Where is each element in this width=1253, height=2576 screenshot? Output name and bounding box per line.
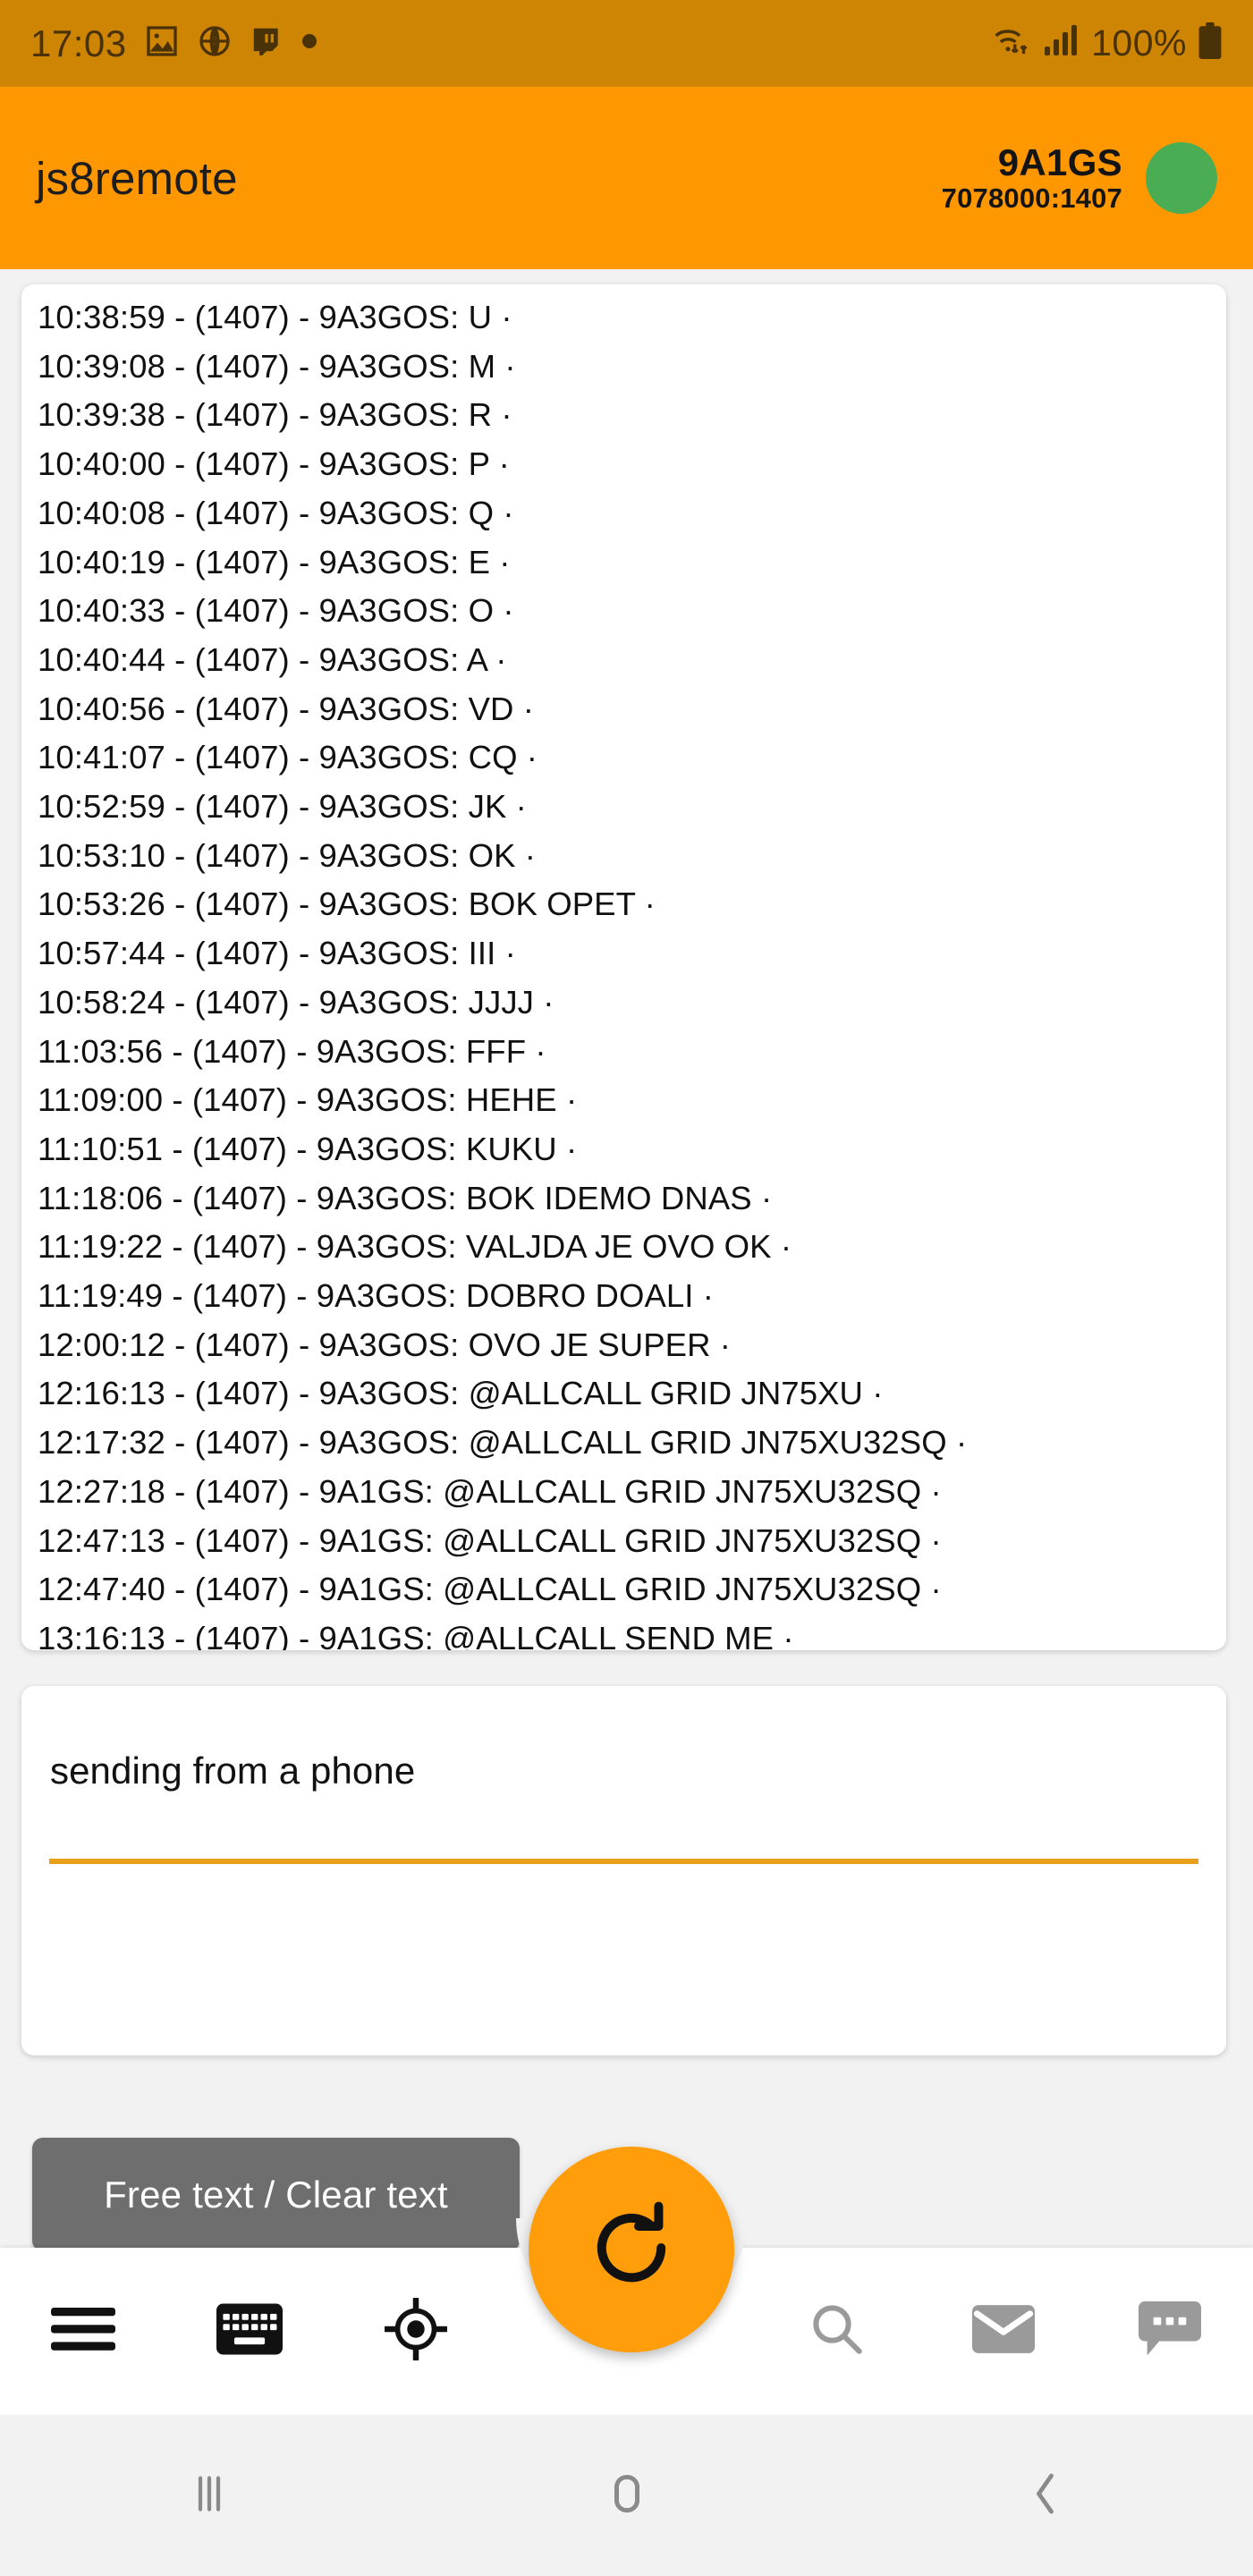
station-frequency: 7078000:1407	[941, 182, 1122, 215]
refresh-fab-button[interactable]	[529, 2147, 734, 2352]
log-line: 10:57:44 - (1407) - 9A3GOS: III ·	[38, 935, 516, 972]
free-clear-text-button[interactable]: Free text / Clear text	[32, 2138, 520, 2251]
signal-icon	[1045, 24, 1080, 63]
log-line: 10:40:33 - (1407) - 9A3GOS: O ·	[38, 592, 514, 630]
wifi-icon	[993, 23, 1034, 64]
log-line: 12:17:32 - (1407) - 9A3GOS: @ALLCALL GRI…	[38, 1424, 968, 1462]
log-line: 11:19:49 - (1407) - 9A3GOS: DOBRO DOALI …	[38, 1277, 715, 1315]
message-log-list: 10:38:59 - (1407) - 9A3GOS: U · 10:39:08 …	[38, 293, 1226, 1650]
battery-icon	[1198, 22, 1223, 64]
chat-bubble-icon	[1139, 2301, 1201, 2361]
log-line: 11:19:22 - (1407) - 9A3GOS: VALJDA JE OV…	[38, 1228, 792, 1266]
search-icon	[808, 2300, 867, 2363]
log-line: 12:00:12 - (1407) - 9A3GOS: OVO JE SUPER…	[38, 1326, 732, 1363]
compose-card[interactable]: sending from a phone	[21, 1686, 1226, 2055]
log-line: 10:52:59 - (1407) - 9A3GOS: JK ·	[38, 788, 527, 826]
chat-button[interactable]	[1087, 2301, 1253, 2361]
battery-percent-label: 100%	[1091, 22, 1187, 64]
header-station-group[interactable]: 9A1GS 7078000:1407	[942, 141, 1217, 215]
station-info-block: 9A1GS 7078000:1407	[942, 141, 1122, 215]
log-line: 10:40:08 - (1407) - 9A3GOS: Q ·	[38, 494, 514, 531]
log-line: 11:09:00 - (1407) - 9A3GOS: HEHE ·	[38, 1081, 578, 1119]
system-status-bar: 17:03 100%	[0, 0, 1253, 87]
log-line: 11:10:51 - (1407) - 9A3GOS: KUKU ·	[38, 1130, 578, 1167]
app-header-bar: js8remote 9A1GS 7078000:1407	[0, 87, 1253, 269]
log-line: 10:40:19 - (1407) - 9A3GOS: E ·	[38, 543, 511, 580]
keyboard-icon	[216, 2303, 283, 2360]
keyboard-button[interactable]	[166, 2303, 333, 2360]
home-icon	[600, 2467, 654, 2525]
recents-button[interactable]	[0, 2467, 418, 2525]
phone-screen: 17:03 100% js8remote 9A1GS 7078000:1407 …	[0, 0, 1253, 2576]
android-navigation-bar	[0, 2415, 1253, 2576]
log-line: 10:58:24 - (1407) - 9A3GOS: JJJJ ·	[38, 983, 555, 1021]
log-line: 12:47:40 - (1407) - 9A1GS: @ALLCALL GRID…	[38, 1571, 942, 1608]
refresh-icon	[585, 2201, 678, 2299]
log-line: 12:16:13 - (1407) - 9A3GOS: @ALLCALL GRI…	[38, 1375, 884, 1412]
message-log-card[interactable]: 10:38:59 - (1407) - 9A3GOS: U · 10:39:08 …	[21, 284, 1226, 1650]
back-icon	[1018, 2467, 1071, 2525]
status-bar-left-group: 17:03	[30, 22, 318, 65]
mail-icon	[972, 2304, 1035, 2359]
log-line: 10:40:56 - (1407) - 9A3GOS: VD ·	[38, 690, 535, 727]
log-line: 12:47:13 - (1407) - 9A1GS: @ALLCALL GRID…	[38, 1521, 942, 1559]
log-line: 10:40:44 - (1407) - 9A3GOS: A ·	[38, 640, 507, 678]
log-line: 10:53:26 - (1407) - 9A3GOS: BOK OPET ·	[38, 886, 656, 923]
recents-icon	[182, 2467, 236, 2525]
status-bar-clock: 17:03	[30, 21, 127, 64]
hamburger-menu-icon	[51, 2304, 115, 2359]
log-line: 11:18:06 - (1407) - 9A3GOS: BOK IDEMO DN…	[38, 1179, 773, 1216]
photo-icon	[144, 23, 180, 64]
log-line: 10:38:59 - (1407) - 9A3GOS: U ·	[38, 299, 512, 335]
menu-button[interactable]	[0, 2304, 166, 2359]
log-line: 10:53:10 - (1407) - 9A3GOS: OK ·	[38, 836, 537, 874]
search-button[interactable]	[754, 2300, 920, 2363]
mail-button[interactable]	[920, 2304, 1087, 2359]
dot-icon	[301, 32, 318, 55]
app-title: js8remote	[36, 152, 238, 204]
status-bar-right-group: 100%	[993, 22, 1223, 64]
compose-input[interactable]: sending from a phone	[50, 1749, 1198, 1793]
log-line: 11:03:56 - (1407) - 9A3GOS: FFF ·	[38, 1032, 546, 1070]
log-line: 10:39:38 - (1407) - 9A3GOS: R ·	[38, 396, 512, 434]
globe-icon	[197, 23, 233, 64]
home-button[interactable]	[418, 2467, 835, 2525]
gps-target-icon	[382, 2295, 450, 2365]
log-line: 13:16:13 - (1407) - 9A1GS: @ALLCALL SEND…	[38, 1619, 794, 1650]
log-line: 10:39:08 - (1407) - 9A3GOS: M ·	[38, 347, 516, 385]
station-callsign: 9A1GS	[997, 141, 1122, 184]
log-line: 12:27:18 - (1407) - 9A1GS: @ALLCALL GRID…	[38, 1472, 942, 1510]
log-line: 10:41:07 - (1407) - 9A3GOS: CQ ·	[38, 739, 538, 776]
back-button[interactable]	[835, 2467, 1253, 2525]
compose-input-underline	[49, 1859, 1198, 1864]
gps-location-button[interactable]	[333, 2295, 499, 2365]
log-line: 10:40:00 - (1407) - 9A3GOS: P ·	[38, 445, 510, 483]
connection-status-indicator	[1146, 142, 1217, 214]
twitch-icon	[250, 24, 284, 63]
